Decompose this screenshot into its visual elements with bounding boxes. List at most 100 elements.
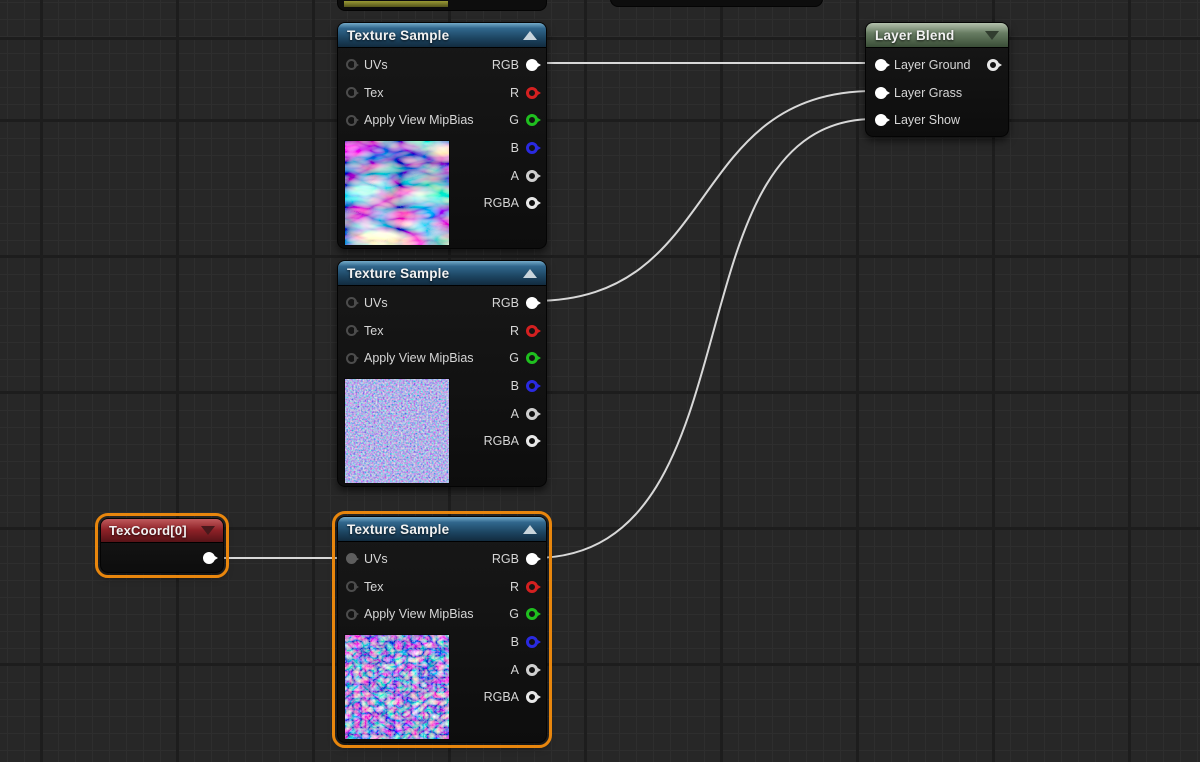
node-header[interactable]: Texture Sample <box>338 517 546 542</box>
node-title: Texture Sample <box>347 27 450 43</box>
pin-row: UVs RGB <box>338 545 546 573</box>
input-label: Apply View MipBias <box>364 607 474 622</box>
output-pin-r[interactable] <box>526 324 538 337</box>
output-pin-rgb[interactable] <box>526 58 538 71</box>
output-label: B <box>510 378 519 393</box>
output-pin-rgba[interactable] <box>526 691 538 704</box>
pin-row: Tex R <box>338 79 546 107</box>
texture-sample-node-3[interactable]: Texture Sample UVs RGB Tex R Apply View … <box>332 511 552 748</box>
partial-node-top-left[interactable] <box>337 0 547 11</box>
input-label: Layer Show <box>894 113 961 128</box>
output-pin-r[interactable] <box>526 580 538 593</box>
dropdown-arrow-icon[interactable] <box>201 526 215 535</box>
input-pin-apply-view-mipbias[interactable] <box>346 114 357 126</box>
pin-row: Layer Show <box>866 106 1008 134</box>
input-label: UVs <box>364 551 388 566</box>
collapse-up-icon[interactable] <box>523 30 537 40</box>
output-label: RGBA <box>483 690 519 705</box>
texture-preview-partial <box>344 1 448 7</box>
input-pin-uvs[interactable] <box>346 59 357 71</box>
output-label: A <box>510 406 519 421</box>
input-label: Apply View MipBias <box>364 351 474 366</box>
input-label: Tex <box>364 579 384 594</box>
wire-ts2-rgb-to-layer-grass[interactable] <box>533 90 875 302</box>
input-pin-uvs[interactable] <box>346 297 357 309</box>
partial-node-top-right[interactable] <box>610 0 823 7</box>
output-label: RGB <box>491 551 519 566</box>
output-label: R <box>509 579 519 594</box>
output-label: B <box>510 140 519 155</box>
node-header[interactable]: Texture Sample <box>338 261 546 286</box>
output-pin-b[interactable] <box>526 635 538 648</box>
input-pin-apply-view-mipbias[interactable] <box>346 608 357 620</box>
input-label: Layer Grass <box>894 85 963 100</box>
output-pin-rgb[interactable] <box>526 552 538 565</box>
input-label: UVs <box>364 57 388 72</box>
collapse-up-icon[interactable] <box>523 268 537 278</box>
output-pin-a[interactable] <box>526 407 538 420</box>
output-label: RGB <box>491 295 519 310</box>
node-title: Texture Sample <box>347 521 450 537</box>
input-label: UVs <box>364 295 388 310</box>
output-label: RGBA <box>483 196 519 211</box>
output-pin-rgba[interactable] <box>526 197 538 210</box>
texcoord-node[interactable]: TexCoord[0] <box>95 513 229 578</box>
pin-row: Apply View MipBias G <box>338 106 546 134</box>
pin-row: Layer Grass <box>866 79 1008 107</box>
input-label: Tex <box>364 85 384 100</box>
layer-blend-node[interactable]: Layer Blend Layer Ground Layer Grass Lay… <box>865 22 1009 137</box>
output-pin-g[interactable] <box>526 114 538 127</box>
output-pin-a[interactable] <box>526 169 538 182</box>
output-pin-b[interactable] <box>526 141 538 154</box>
output-label: R <box>509 85 519 100</box>
output-pin[interactable] <box>203 552 215 564</box>
pin-row: Tex R <box>338 573 546 601</box>
input-pin-layer-show[interactable] <box>875 114 887 127</box>
node-title: Texture Sample <box>347 265 450 281</box>
texture-sample-node-1[interactable]: Texture Sample UVs RGB Tex R Apply View … <box>337 22 547 249</box>
output-label: B <box>510 634 519 649</box>
input-pin-layer-ground[interactable] <box>875 58 887 71</box>
output-pin[interactable] <box>987 58 999 71</box>
output-pin-r[interactable] <box>526 86 538 99</box>
input-label: Tex <box>364 323 384 338</box>
pin-row: UVs RGB <box>338 289 546 317</box>
pin-row: Layer Ground <box>866 51 1008 79</box>
input-pin-tex[interactable] <box>346 325 357 337</box>
dropdown-arrow-icon[interactable] <box>985 30 999 40</box>
input-label: Apply View MipBias <box>364 113 474 128</box>
output-pin-a[interactable] <box>526 663 538 676</box>
node-header[interactable]: Texture Sample <box>338 23 546 48</box>
wire-ts3-rgb-to-layer-show[interactable] <box>533 118 875 559</box>
output-label: G <box>509 607 519 622</box>
pin-row: Tex R <box>338 317 546 345</box>
input-pin-tex[interactable] <box>346 581 357 593</box>
output-pin-g[interactable] <box>526 352 538 365</box>
output-pin-rgba[interactable] <box>526 435 538 448</box>
node-title: TexCoord[0] <box>109 523 187 538</box>
output-label: RGB <box>491 57 519 72</box>
input-pin-tex[interactable] <box>346 87 357 99</box>
texture-sample-node-2[interactable]: Texture Sample UVs RGB Tex R Apply View … <box>337 260 547 487</box>
collapse-up-icon[interactable] <box>523 524 537 534</box>
output-label: A <box>510 168 519 183</box>
output-label: R <box>509 323 519 338</box>
input-pin-apply-view-mipbias[interactable] <box>346 352 357 364</box>
output-pin-g[interactable] <box>526 608 538 621</box>
node-header[interactable]: TexCoord[0] <box>101 519 223 543</box>
material-graph-canvas[interactable]: Texture Sample UVs RGB Tex R Apply View … <box>0 0 1200 762</box>
input-pin-uvs[interactable] <box>346 553 357 565</box>
texture-preview <box>344 378 450 484</box>
output-label: G <box>509 113 519 128</box>
input-label: Layer Ground <box>894 57 971 72</box>
pin-row: Apply View MipBias G <box>338 600 546 628</box>
texture-preview <box>344 140 450 246</box>
output-pin-rgb[interactable] <box>526 296 538 309</box>
pin-row: UVs RGB <box>338 51 546 79</box>
pin-row: Apply View MipBias G <box>338 344 546 372</box>
output-pin-b[interactable] <box>526 379 538 392</box>
input-pin-layer-grass[interactable] <box>875 86 887 99</box>
output-label: A <box>510 662 519 677</box>
node-header[interactable]: Layer Blend <box>866 23 1008 48</box>
texture-preview <box>344 634 450 740</box>
